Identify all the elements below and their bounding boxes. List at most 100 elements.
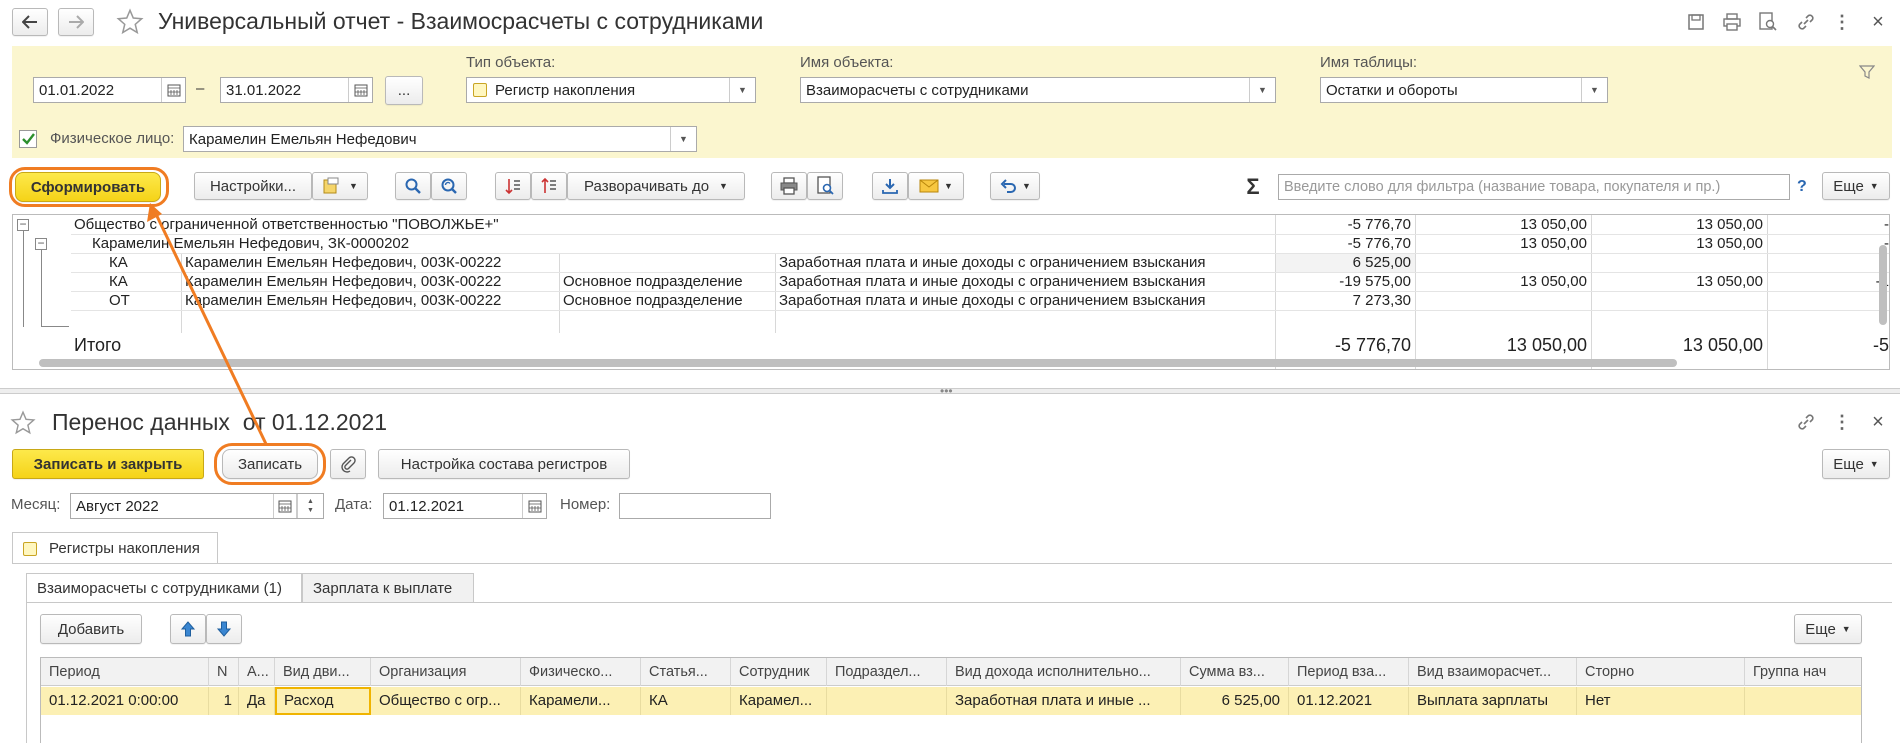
save-and-close-button[interactable]: Записать и закрыть bbox=[12, 449, 204, 479]
person-field[interactable]: Карамелин Емельян Нефедович ▼ bbox=[183, 126, 697, 152]
filter-search-input[interactable]: Введите слово для фильтра (название това… bbox=[1278, 174, 1790, 200]
chevron-down-icon[interactable]: ▼ bbox=[1581, 78, 1607, 102]
col-header[interactable]: Период вза... bbox=[1289, 658, 1409, 686]
tab-registers[interactable]: Регистры накопления bbox=[12, 532, 218, 564]
col-header[interactable]: Сторно bbox=[1577, 658, 1745, 686]
calendar-icon[interactable] bbox=[273, 494, 297, 518]
find-button[interactable] bbox=[395, 172, 431, 200]
col-header[interactable]: Вид дви... bbox=[275, 658, 371, 686]
cell-income-type[interactable]: Заработная плата и иные ... bbox=[947, 687, 1181, 715]
favorite-star-icon[interactable] bbox=[114, 6, 146, 38]
cell-settlement-period[interactable]: 01.12.2021 bbox=[1289, 687, 1409, 715]
variant-button[interactable]: ▼ bbox=[312, 172, 368, 200]
print-button[interactable] bbox=[771, 172, 807, 200]
col-header[interactable]: Сотрудник bbox=[731, 658, 827, 686]
cell-department[interactable] bbox=[827, 687, 947, 715]
cell-active[interactable]: Да bbox=[239, 687, 275, 715]
calendar-icon[interactable] bbox=[161, 78, 185, 102]
print-preview-button[interactable] bbox=[807, 172, 843, 200]
attach-button[interactable] bbox=[330, 449, 366, 479]
col-header[interactable]: Вид взаиморасчет... bbox=[1409, 658, 1577, 686]
cell-number[interactable]: 1 bbox=[209, 687, 239, 715]
chevron-down-icon[interactable]: ▼ bbox=[1249, 78, 1275, 102]
close-icon[interactable]: × bbox=[1866, 410, 1890, 434]
horizontal-scrollbar[interactable] bbox=[39, 359, 1677, 367]
movements-table[interactable]: Период N А... Вид дви... Организация Физ… bbox=[40, 657, 1862, 743]
link-icon[interactable] bbox=[1794, 410, 1818, 434]
subtab-salary[interactable]: Зарплата к выплате bbox=[302, 573, 474, 603]
send-email-button[interactable]: ▼ bbox=[908, 172, 964, 200]
collapse-toggle-icon[interactable]: − bbox=[17, 218, 29, 231]
registers-settings-button[interactable]: Настройка состава регистров bbox=[378, 449, 630, 479]
sum-icon[interactable]: Σ bbox=[1240, 174, 1266, 200]
date-from-field[interactable]: 01.01.2022 bbox=[33, 77, 186, 103]
cell-accrual-group[interactable] bbox=[1745, 687, 1861, 715]
collapse-toggle-icon[interactable]: − bbox=[35, 237, 47, 250]
subtab-payments[interactable]: Взаиморасчеты с сотрудниками (1) bbox=[26, 573, 302, 603]
vertical-scrollbar[interactable] bbox=[1879, 245, 1887, 325]
move-down-button[interactable] bbox=[206, 614, 242, 644]
save-icon[interactable] bbox=[1684, 10, 1708, 34]
tab-registers-label: Регистры накопления bbox=[49, 540, 200, 557]
col-header[interactable]: Вид дохода исполнительно... bbox=[947, 658, 1181, 686]
calendar-icon[interactable] bbox=[348, 78, 372, 102]
table-name-field[interactable]: Остатки и обороты ▼ bbox=[1320, 77, 1608, 103]
collapse-all-button[interactable] bbox=[495, 172, 531, 200]
help-link[interactable]: ? bbox=[1797, 178, 1807, 196]
add-row-button[interactable]: Добавить bbox=[40, 614, 142, 644]
cell-person[interactable]: Карамели... bbox=[521, 687, 641, 715]
cell-article[interactable]: КА bbox=[641, 687, 731, 715]
cell-settlement-type[interactable]: Выплата зарплаты bbox=[1409, 687, 1577, 715]
print-icon[interactable] bbox=[1720, 10, 1744, 34]
col-header[interactable]: Группа нач bbox=[1745, 658, 1861, 686]
col-header[interactable]: Организация bbox=[371, 658, 521, 686]
cell-organization[interactable]: Общество с огр... bbox=[371, 687, 521, 715]
report-more-button[interactable]: Еще ▼ bbox=[1822, 172, 1890, 200]
more-vertical-icon[interactable]: ⋮ bbox=[1832, 410, 1852, 434]
period-select-button[interactable]: ... bbox=[385, 76, 423, 105]
col-header[interactable]: Сумма вз... bbox=[1181, 658, 1289, 686]
move-up-button[interactable] bbox=[170, 614, 206, 644]
cell-storno[interactable]: Нет bbox=[1577, 687, 1745, 715]
col-header[interactable]: Статья... bbox=[641, 658, 731, 686]
col-header[interactable]: Подраздел... bbox=[827, 658, 947, 686]
save-to-file-button[interactable] bbox=[872, 172, 908, 200]
back-button[interactable] bbox=[12, 8, 48, 36]
find-next-button[interactable] bbox=[431, 172, 467, 200]
expand-to-button[interactable]: Разворачивать до ▼ bbox=[567, 172, 745, 200]
col-header[interactable]: Физическо... bbox=[521, 658, 641, 686]
cell-employee[interactable]: Карамел... bbox=[731, 687, 827, 715]
chevron-down-icon[interactable]: ▼ bbox=[670, 127, 696, 151]
month-stepper[interactable]: ▲ ▼ bbox=[297, 494, 323, 518]
cell-period[interactable]: 01.12.2021 0:00:00 bbox=[41, 687, 209, 715]
date-to-field[interactable]: 31.01.2022 bbox=[220, 77, 373, 103]
filter-icon[interactable] bbox=[1856, 62, 1878, 82]
settings-button[interactable]: Настройки... bbox=[194, 172, 312, 200]
col-header[interactable]: N bbox=[209, 658, 239, 686]
cell-amount[interactable]: 6 525,00 bbox=[1181, 687, 1289, 715]
link-icon[interactable] bbox=[1794, 10, 1818, 34]
preview-icon[interactable] bbox=[1756, 10, 1780, 34]
document-date-field[interactable]: 01.12.2021 bbox=[383, 493, 547, 519]
chevron-down-icon[interactable]: ▼ bbox=[729, 78, 755, 102]
expand-all-button[interactable] bbox=[531, 172, 567, 200]
close-icon[interactable]: × bbox=[1866, 10, 1890, 34]
document-more-button[interactable]: Еще ▼ bbox=[1822, 449, 1890, 479]
object-name-field[interactable]: Взаиморасчеты с сотрудниками ▼ bbox=[800, 77, 1276, 103]
calendar-icon[interactable] bbox=[522, 494, 546, 518]
undo-button[interactable]: ▼ bbox=[990, 172, 1040, 200]
person-checkbox[interactable] bbox=[19, 130, 37, 148]
forward-button[interactable] bbox=[58, 8, 94, 36]
more-vertical-icon[interactable]: ⋮ bbox=[1832, 10, 1852, 34]
col-header[interactable]: А... bbox=[239, 658, 275, 686]
report-table[interactable]: − − Общество с ограниченной ответственно… bbox=[12, 214, 1890, 370]
object-type-field[interactable]: Регистр накопления ▼ bbox=[466, 77, 756, 103]
table-row[interactable]: 01.12.2021 0:00:00 1 Да Расход Общество … bbox=[41, 687, 1861, 715]
number-field[interactable] bbox=[619, 493, 771, 519]
pane-splitter[interactable]: ••• bbox=[0, 384, 1900, 398]
favorite-star-icon[interactable] bbox=[8, 408, 38, 438]
cell-movement-type[interactable]: Расход bbox=[275, 687, 371, 715]
col-header[interactable]: Период bbox=[41, 658, 209, 686]
month-field[interactable]: Август 2022 ▲ ▼ bbox=[70, 493, 324, 519]
table-more-button[interactable]: Еще ▼ bbox=[1794, 614, 1862, 644]
